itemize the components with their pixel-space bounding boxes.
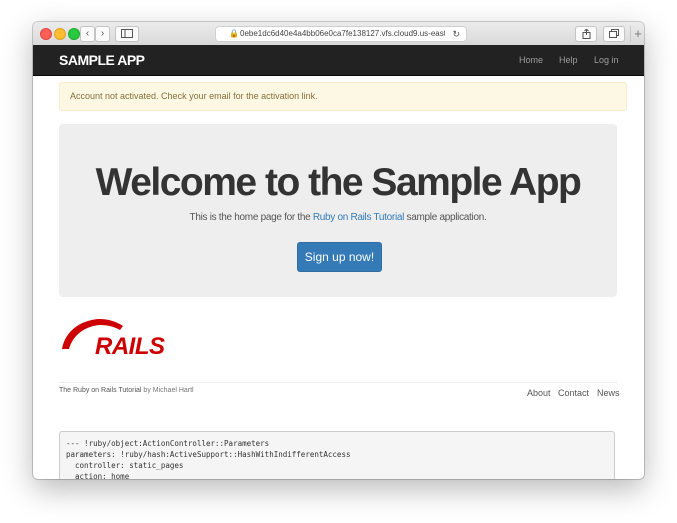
debug-line: controller: static_pages (66, 461, 184, 470)
forward-button[interactable]: › (95, 26, 110, 42)
tagline: This is the home page for the Ruby on Ra… (59, 212, 617, 223)
rails-logo-text: RAILS (95, 333, 165, 359)
debug-line: --- !ruby/object:ActionController::Param… (66, 439, 270, 448)
plus-icon: + (634, 26, 642, 41)
reload-icon[interactable]: ↻ (452, 27, 460, 41)
footer-tutorial-link[interactable]: The Ruby on Rails Tutorial (59, 387, 141, 394)
chevron-left-icon: ‹ (85, 28, 90, 39)
lock-icon: 🔒 (229, 29, 239, 38)
footer-link-news[interactable]: News (597, 388, 620, 398)
footer-link-contact[interactable]: Contact (558, 388, 589, 398)
tagline-suffix: sample application. (404, 212, 487, 223)
debug-line: action: home (66, 472, 130, 479)
address-bar[interactable]: 🔒 0ebe1dc6d40e4a4bb06e0ca7fe138127.vfs.c… (215, 26, 467, 42)
tagline-prefix: This is the home page for the (189, 212, 313, 223)
navbar: SAMPLE APP Home Help Log in (33, 45, 644, 76)
footer-link-about[interactable]: About (527, 388, 551, 398)
browser-toolbar: ‹ › 🔒 0ebe1dc6d40e4a4bb06e0ca7fe138127.v… (33, 22, 644, 46)
debug-line: parameters: !ruby/hash:ActiveSupport::Ha… (66, 450, 351, 459)
browser-window: ‹ › 🔒 0ebe1dc6d40e4a4bb06e0ca7fe138127.v… (33, 22, 644, 479)
minimize-window-button[interactable] (54, 28, 66, 40)
close-window-button[interactable] (40, 28, 52, 40)
rails-logo[interactable]: RAILS (59, 317, 179, 359)
signup-button[interactable]: Sign up now! (297, 242, 382, 272)
nav-link-help[interactable]: Help (559, 45, 578, 75)
footer-divider (59, 382, 617, 383)
share-button[interactable] (575, 26, 597, 42)
footer-author: by Michael Hartl (141, 387, 194, 394)
zoom-window-button[interactable] (68, 28, 80, 40)
footer-credit: The Ruby on Rails Tutorial by Michael Ha… (59, 387, 194, 394)
address-url: 0ebe1dc6d40e4a4bb06e0ca7fe138127.vfs.clo… (240, 29, 445, 38)
jumbotron: Welcome to the Sample App This is the ho… (59, 124, 617, 297)
page-heading: Welcome to the Sample App (95, 161, 582, 204)
nav-link-login[interactable]: Log in (594, 45, 619, 75)
back-button[interactable]: ‹ (80, 26, 95, 42)
share-icon (582, 28, 590, 39)
nav-link-home[interactable]: Home (519, 45, 543, 75)
rails-tutorial-link[interactable]: Ruby on Rails Tutorial (313, 212, 405, 223)
new-tab-button[interactable]: + (630, 26, 644, 42)
chevron-right-icon: › (100, 28, 105, 39)
debug-info: --- !ruby/object:ActionController::Param… (59, 431, 615, 479)
sidebar-button[interactable] (115, 26, 139, 42)
app-logo[interactable]: SAMPLE APP (59, 45, 145, 75)
tabs-icon (609, 29, 619, 38)
alert-warning: Account not activated. Check your email … (59, 82, 627, 111)
sidebar-icon (121, 29, 133, 38)
tabs-overview-button[interactable] (603, 26, 625, 42)
